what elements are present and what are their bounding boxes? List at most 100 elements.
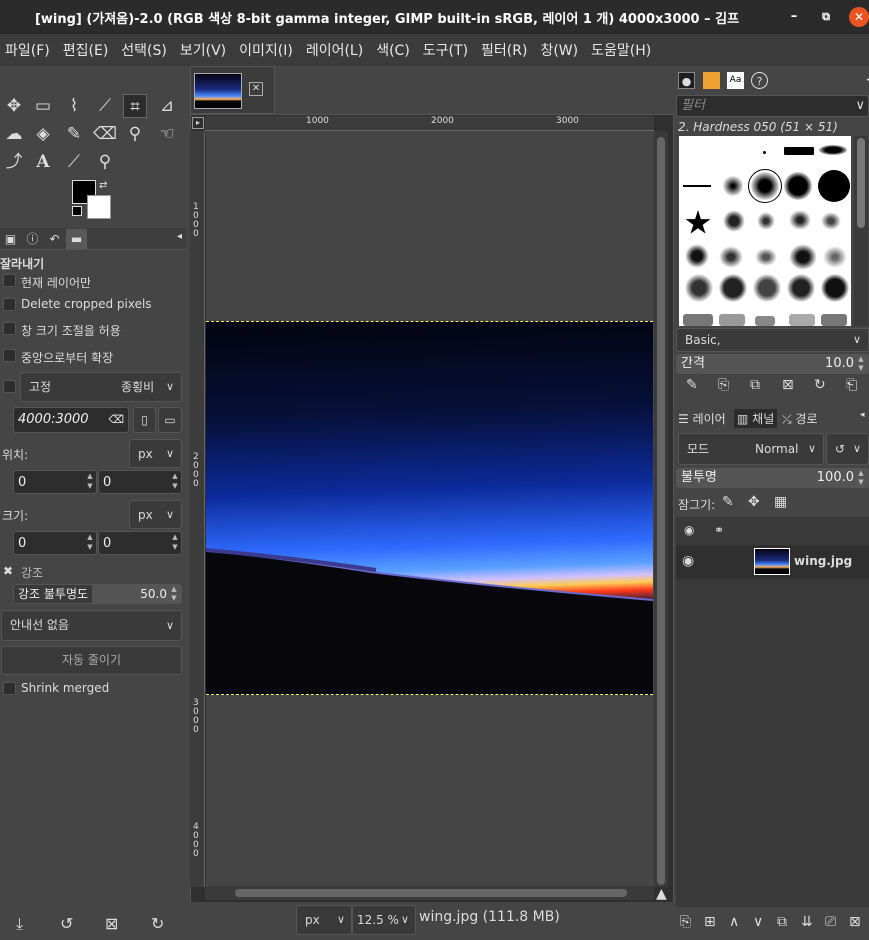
merge-layer-icon[interactable]: ⇊ xyxy=(801,914,813,930)
save-options-icon[interactable]: ⤓ xyxy=(16,914,23,934)
minimize-button[interactable]: – xyxy=(784,7,804,27)
restore-options-icon[interactable]: ↺ xyxy=(60,914,73,933)
device-status-tab-icon[interactable]: ⓘ xyxy=(22,229,43,249)
horizontal-ruler[interactable]: 1000 2000 3000 xyxy=(205,116,654,131)
navigate-icon[interactable]: ▲ xyxy=(656,886,667,902)
bucket-fill-tool-icon[interactable]: ◈ xyxy=(31,122,55,146)
layer-mode-dropdown[interactable]: 모드 Normal ∨ xyxy=(678,433,824,465)
size-unit-dropdown[interactable]: px ∨ xyxy=(129,500,182,529)
swap-colors-icon[interactable]: ⇄ xyxy=(99,180,107,191)
portrait-icon[interactable]: ▯ xyxy=(133,407,156,433)
expand-center-checkbox[interactable] xyxy=(3,349,16,362)
new-layer-icon[interactable]: ⎘ xyxy=(680,914,691,930)
tab-paths[interactable]: ⤯ 경로 xyxy=(782,410,818,427)
delete-options-icon[interactable]: ⊠ xyxy=(105,914,118,933)
delete-layer-icon[interactable]: ⊠ xyxy=(849,914,861,930)
horizontal-scrollbar-thumb[interactable] xyxy=(235,889,627,897)
menu-image[interactable]: 이미지(I) xyxy=(239,40,293,60)
brush-grid-scrollbar[interactable] xyxy=(854,136,868,326)
highlight-opacity-slider[interactable]: 강조 불투명도 50.0 ▲ ▼ xyxy=(13,584,182,604)
maximize-button[interactable]: ⧉ xyxy=(816,7,836,27)
brush-spacing-spinner[interactable]: ▲ ▼ xyxy=(855,355,867,373)
menu-file[interactable]: 파일(F) xyxy=(5,40,50,60)
reset-options-icon[interactable]: ↻ xyxy=(151,914,164,933)
quick-mask-toggle-icon[interactable]: ▸ xyxy=(192,117,204,129)
layer-opacity-spinner[interactable]: ▲ ▼ xyxy=(855,469,867,487)
vertical-scrollbar-thumb[interactable] xyxy=(657,137,665,885)
crop-tool-icon[interactable]: ⌗ xyxy=(123,94,147,118)
highlight-opacity-spinner[interactable]: ▲ ▼ xyxy=(168,585,180,603)
new-layer-group-icon[interactable]: ⊞ xyxy=(704,914,716,930)
background-color-swatch[interactable] xyxy=(87,195,111,219)
menu-layer[interactable]: 레이어(L) xyxy=(306,40,363,60)
tool-options-tab-icon[interactable]: ▣ xyxy=(0,229,21,249)
warp-tool-icon[interactable]: ☁ xyxy=(2,122,26,146)
shrink-merged-checkbox[interactable] xyxy=(3,682,16,695)
eraser-tool-icon[interactable]: ⌫ xyxy=(93,122,117,146)
paths-tool-icon[interactable]: ⤴ xyxy=(2,150,26,174)
image-wing-photo[interactable] xyxy=(206,321,653,695)
raise-layer-icon[interactable]: ∧ xyxy=(729,914,739,930)
menu-filters[interactable]: 필터(R) xyxy=(481,40,527,60)
menu-view[interactable]: 보기(V) xyxy=(180,40,226,60)
position-x-spinner[interactable]: ▲ ▼ xyxy=(84,471,96,491)
tab-menu-icon[interactable]: ◂ xyxy=(860,72,869,89)
clone-tool-icon[interactable]: ⚲ xyxy=(123,122,147,146)
images-tab-icon[interactable]: ▬ xyxy=(66,229,87,249)
size-height-spinner[interactable]: ▲ ▼ xyxy=(169,532,181,552)
lasso-tool-icon[interactable]: ⌇ xyxy=(62,94,86,118)
position-unit-dropdown[interactable]: px ∨ xyxy=(129,439,182,468)
horizontal-scrollbar[interactable] xyxy=(205,886,654,900)
delete-cropped-checkbox[interactable] xyxy=(3,298,16,311)
refresh-brushes-icon[interactable]: ↻ xyxy=(814,377,826,393)
rect-select-tool-icon[interactable]: ▭ xyxy=(31,94,55,118)
fixed-checkbox[interactable] xyxy=(3,380,16,393)
paintbrush-tool-icon[interactable]: ✎ xyxy=(62,122,86,146)
transform-tool-icon[interactable]: ⊿ xyxy=(155,94,179,118)
new-brush-icon[interactable]: ⎘ xyxy=(718,377,729,393)
edit-brush-icon[interactable]: ✎ xyxy=(686,377,698,393)
fuzzy-select-tool-icon[interactable]: ⟋ xyxy=(93,94,117,118)
menu-tools[interactable]: 도구(T) xyxy=(423,40,468,60)
brushes-tab-icon[interactable]: ● xyxy=(678,72,695,89)
vertical-scrollbar[interactable] xyxy=(654,131,668,887)
delete-brush-icon[interactable]: ⊠ xyxy=(782,377,794,393)
layer-row[interactable]: ◉ wing.jpg xyxy=(676,545,869,579)
patterns-tab-icon[interactable] xyxy=(703,72,720,89)
brush-filter-input[interactable]: 필터 ∨ xyxy=(676,95,869,117)
reset-colors-icon[interactable] xyxy=(72,206,82,216)
tab-menu-icon[interactable]: ◂ xyxy=(177,231,182,242)
zoom-tool-icon[interactable]: ⚲ xyxy=(93,150,117,174)
menu-colors[interactable]: 색(C) xyxy=(376,40,410,60)
menu-select[interactable]: 선택(S) xyxy=(121,40,167,60)
fonts-tab-icon[interactable]: Aa xyxy=(727,72,744,89)
help-tab-icon[interactable]: ? xyxy=(751,72,768,89)
color-picker-tool-icon[interactable]: ⟋ xyxy=(62,150,86,174)
allow-growing-checkbox[interactable] xyxy=(3,322,16,335)
text-tool-icon[interactable]: A xyxy=(31,150,55,174)
duplicate-brush-icon[interactable]: ⧉ xyxy=(750,377,760,393)
menu-windows[interactable]: 창(W) xyxy=(540,40,578,60)
close-button[interactable]: ✕ xyxy=(849,7,869,27)
move-tool-icon[interactable]: ✥ xyxy=(2,94,26,118)
position-y-spinner[interactable]: ▲ ▼ xyxy=(169,471,181,491)
fixed-mode-dropdown[interactable]: 고정 종횡비 ∨ xyxy=(20,372,182,402)
size-width-spinner[interactable]: ▲ ▼ xyxy=(84,532,96,552)
lock-alpha-icon[interactable]: ▦ xyxy=(774,494,787,510)
landscape-icon[interactable]: ▭ xyxy=(158,407,182,433)
tab-channels[interactable]: ▥ 채널 xyxy=(734,409,778,428)
open-brush-as-image-icon[interactable]: ⎗ xyxy=(846,377,857,393)
lock-position-icon[interactable]: ✥ xyxy=(748,494,760,510)
layer-mask-icon[interactable]: ⎚ xyxy=(825,914,836,930)
guides-dropdown[interactable]: 안내선 없음 ∨ xyxy=(1,610,182,641)
vertical-ruler[interactable]: 1000 2000 3000 4000 xyxy=(190,131,205,887)
eye-icon[interactable]: ◉ xyxy=(682,553,694,569)
undo-history-tab-icon[interactable]: ↶ xyxy=(44,229,65,249)
unit-dropdown[interactable]: px ∨ xyxy=(296,905,352,935)
highlight-checkbox[interactable]: ✖ xyxy=(3,564,13,578)
lower-layer-icon[interactable]: ∨ xyxy=(753,914,763,930)
tab-layers[interactable]: ☰ 레이어 xyxy=(678,410,726,427)
brush-grid[interactable] xyxy=(679,136,851,326)
menu-edit[interactable]: 편집(E) xyxy=(63,40,109,60)
composite-mode-dropdown[interactable]: ↺ ∨ xyxy=(826,433,869,465)
